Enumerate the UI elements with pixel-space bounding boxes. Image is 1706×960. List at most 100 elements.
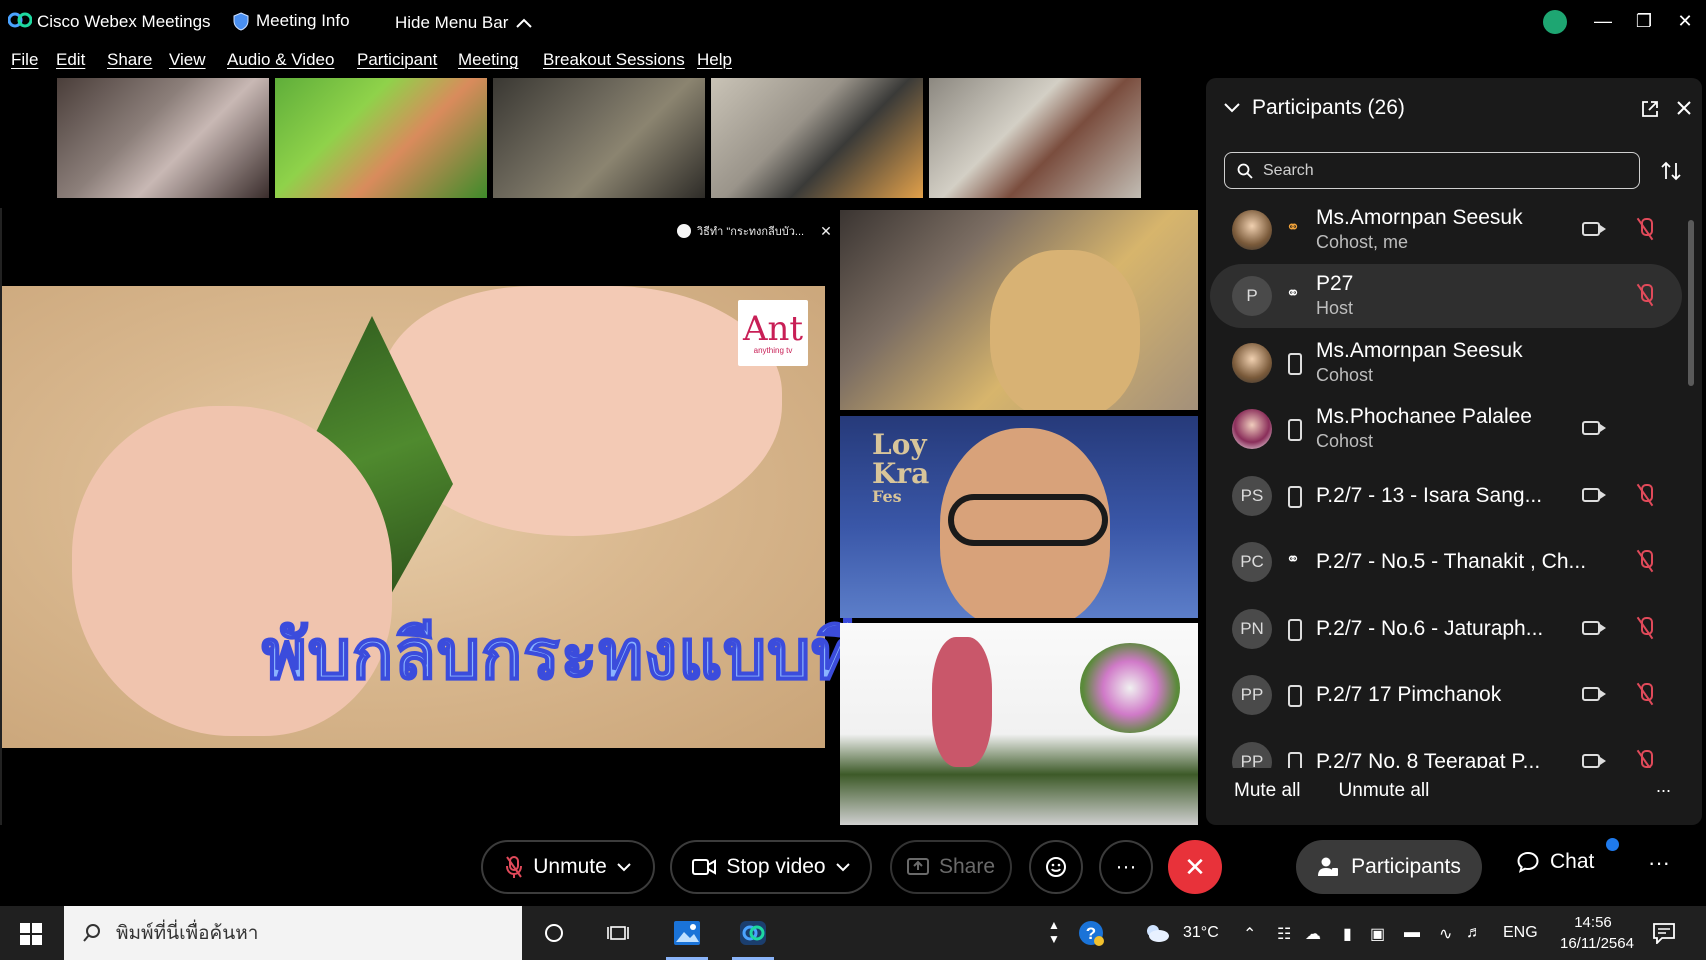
share-button[interactable]: Share bbox=[890, 840, 1012, 894]
search-input[interactable] bbox=[1263, 161, 1613, 180]
close-icon: ✕ bbox=[1184, 851, 1206, 882]
battery-icon[interactable]: ▬ bbox=[1404, 924, 1420, 942]
participant-row[interactable]: PN P.2/7 - No.6 - Jaturaph... bbox=[1210, 597, 1682, 661]
chat-button[interactable]: Chat bbox=[1516, 850, 1594, 874]
participants-panel-header[interactable]: Participants (26) bbox=[1224, 96, 1405, 120]
participant-search-field[interactable] bbox=[1224, 152, 1640, 189]
menu-edit[interactable]: Edit bbox=[56, 50, 85, 70]
scrollbar-thumb[interactable] bbox=[1688, 220, 1694, 386]
participant-video-thumbnail[interactable] bbox=[57, 78, 269, 198]
participant-video-tile[interactable]: Loy Kra Fes bbox=[840, 416, 1198, 618]
leave-meeting-button[interactable]: ✕ bbox=[1168, 840, 1222, 894]
chevron-down-icon[interactable] bbox=[1224, 103, 1240, 113]
participant-row[interactable]: ⚭ Ms.Amornpan Seesuk Cohost, me bbox=[1210, 198, 1682, 262]
participant-video-thumbnail[interactable] bbox=[275, 78, 487, 198]
mute-all-button[interactable]: Mute all bbox=[1234, 780, 1301, 802]
participant-role: Cohost bbox=[1316, 365, 1374, 385]
meet-now-icon[interactable]: ☷ bbox=[1277, 924, 1291, 944]
participant-row[interactable]: PC ⚭ P.2/7 - No.5 - Thanakit , Ch... bbox=[1210, 530, 1682, 594]
menu-view[interactable]: View bbox=[169, 50, 206, 70]
participant-list-scrollbar[interactable] bbox=[1686, 200, 1696, 760]
stop-video-button[interactable]: Stop video bbox=[670, 840, 872, 894]
show-hidden-icons-chevron-icon[interactable]: ⌃ bbox=[1243, 924, 1256, 944]
weather-icon[interactable] bbox=[1140, 916, 1174, 950]
participant-row[interactable]: Ms.Phochanee Palalee Cohost bbox=[1210, 397, 1682, 461]
participant-name: Ms.Amornpan Seesuk bbox=[1316, 339, 1523, 362]
participant-video-thumbnail[interactable] bbox=[929, 78, 1141, 198]
help-icon[interactable]: ? bbox=[1074, 916, 1108, 950]
display-icon[interactable]: ▣ bbox=[1370, 924, 1385, 944]
notification-center-icon[interactable] bbox=[1652, 922, 1676, 944]
search-icon bbox=[1237, 163, 1253, 179]
participant-row[interactable]: PS P.2/7 - 13 - Isara Sang... bbox=[1210, 464, 1682, 528]
cortana-icon[interactable] bbox=[537, 916, 571, 950]
microphone-muted-icon[interactable] bbox=[1638, 617, 1653, 639]
unmute-all-button[interactable]: Unmute all bbox=[1339, 780, 1430, 802]
participant-row[interactable]: P ⚭ P27 Host bbox=[1210, 264, 1682, 328]
chevron-down-icon[interactable] bbox=[617, 862, 631, 872]
participants-button[interactable]: Participants bbox=[1296, 840, 1482, 894]
participant-row[interactable]: PP P.2/7 No. 8 Teerapat P... bbox=[1210, 730, 1682, 768]
ant-channel-logo: Ant anything tv bbox=[738, 300, 808, 366]
microphone-muted-icon[interactable] bbox=[1638, 218, 1653, 240]
participant-figure bbox=[990, 250, 1140, 410]
onedrive-cloud-icon[interactable]: ☁ bbox=[1305, 924, 1321, 944]
participant-video-tile[interactable] bbox=[840, 623, 1198, 825]
photos-app-icon[interactable] bbox=[670, 916, 704, 950]
taskbar-search-box[interactable]: พิมพ์ที่นี่เพื่อค้นหา bbox=[64, 906, 522, 960]
menu-breakout-sessions[interactable]: Breakout Sessions bbox=[543, 50, 685, 70]
menu-meeting[interactable]: Meeting bbox=[458, 50, 518, 70]
minimize-button[interactable]: — bbox=[1588, 6, 1618, 36]
participant-role: Cohost bbox=[1316, 431, 1374, 451]
close-window-button[interactable]: ✕ bbox=[1670, 6, 1700, 36]
close-icon[interactable]: ✕ bbox=[820, 223, 832, 240]
restore-button[interactable]: ❐ bbox=[1629, 6, 1659, 36]
unmute-button[interactable]: Unmute bbox=[481, 840, 655, 894]
avatar: PP bbox=[1232, 742, 1272, 768]
volume-muted-icon[interactable]: ♬ bbox=[1466, 924, 1482, 942]
participant-row[interactable]: PP P.2/7 17 Pimchanok bbox=[1210, 663, 1682, 727]
participant-list: ⚭ Ms.Amornpan Seesuk Cohost, me P ⚭ P27 … bbox=[1206, 198, 1684, 768]
microphone-muted-icon[interactable] bbox=[1638, 750, 1653, 768]
microphone-muted-icon[interactable] bbox=[1638, 683, 1653, 705]
weather-temperature[interactable]: 31°C bbox=[1183, 924, 1219, 942]
menu-help[interactable]: Help bbox=[697, 50, 732, 70]
pop-out-icon[interactable] bbox=[1641, 100, 1659, 118]
participant-row[interactable]: Ms.Amornpan Seesuk Cohost bbox=[1210, 331, 1682, 395]
input-language-indicator[interactable]: ENG bbox=[1503, 924, 1538, 942]
avatar: P bbox=[1232, 276, 1272, 316]
phone-icon bbox=[1284, 617, 1302, 641]
participant-video-thumbnail[interactable] bbox=[493, 78, 705, 198]
phone-icon bbox=[1284, 417, 1302, 441]
network-health-icon[interactable] bbox=[1543, 10, 1567, 34]
menu-file[interactable]: File bbox=[11, 50, 38, 70]
menu-audio-video[interactable]: Audio & Video bbox=[227, 50, 334, 70]
windows-start-icon[interactable] bbox=[20, 923, 42, 945]
overflow-menu-button[interactable]: ··· bbox=[1648, 850, 1670, 876]
participant-video-thumbnail[interactable] bbox=[711, 78, 923, 198]
microphone-in-use-icon[interactable]: ▮ bbox=[1343, 924, 1352, 944]
system-clock[interactable]: 14:56 16/11/2564 bbox=[1560, 912, 1634, 954]
chevron-down-icon[interactable] bbox=[835, 862, 850, 872]
microphone-muted-icon[interactable] bbox=[1638, 550, 1653, 572]
meeting-info-button[interactable]: Meeting Info bbox=[233, 11, 350, 31]
task-view-icon[interactable] bbox=[601, 916, 635, 950]
menu-share[interactable]: Share bbox=[107, 50, 152, 70]
wifi-icon[interactable]: ∿ bbox=[1439, 924, 1452, 944]
microphone-muted-icon[interactable] bbox=[1638, 484, 1653, 506]
webex-app-icon[interactable] bbox=[736, 916, 770, 950]
more-options-button[interactable]: ··· bbox=[1099, 840, 1153, 894]
menu-participant[interactable]: Participant bbox=[357, 50, 437, 70]
avatar: PP bbox=[1232, 675, 1272, 715]
reactions-button[interactable] bbox=[1029, 840, 1083, 894]
sort-icon[interactable] bbox=[1660, 160, 1682, 182]
participant-video-tile[interactable] bbox=[840, 210, 1198, 410]
microphone-muted-icon[interactable] bbox=[1638, 284, 1653, 306]
hide-menu-bar-button[interactable]: Hide Menu Bar bbox=[395, 13, 533, 33]
participant-name: Ms.Amornpan Seesuk bbox=[1316, 206, 1523, 229]
close-icon[interactable] bbox=[1676, 100, 1692, 116]
avatar: PC bbox=[1232, 542, 1272, 582]
taskbar-search-placeholder: พิมพ์ที่นี่เพื่อค้นหา bbox=[116, 923, 259, 944]
tray-scroll-arrows[interactable]: ▲ ▼ bbox=[1048, 918, 1060, 946]
panel-more-button[interactable]: ... bbox=[1656, 776, 1671, 797]
